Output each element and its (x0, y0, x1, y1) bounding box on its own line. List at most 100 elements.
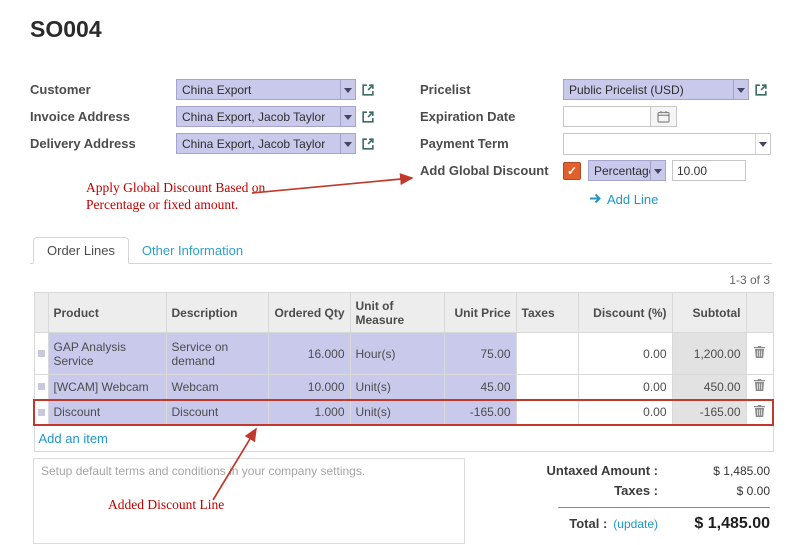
cell-ordered-qty[interactable]: 1.000 (268, 400, 350, 425)
cell-discount[interactable]: 0.00 (578, 400, 672, 425)
cell-ordered-qty[interactable]: 10.000 (268, 375, 350, 400)
invoice-address-value: China Export, Jacob Taylor (177, 110, 340, 124)
delivery-address-field-row: Delivery Address China Export, Jacob Tay… (30, 130, 375, 157)
table-row: [WCAM] Webcam Webcam 10.000 Unit(s) 45.0… (34, 375, 773, 400)
cell-unit-price[interactable]: -165.00 (444, 400, 516, 425)
cell-subtotal: 450.00 (672, 375, 746, 400)
column-header-unit-of-measure: Unit of Measure (350, 293, 444, 333)
column-header-product: Product (48, 293, 166, 333)
delete-row-icon[interactable] (746, 375, 773, 400)
cell-subtotal: -165.00 (672, 400, 746, 425)
cell-unit-of-measure[interactable]: Unit(s) (350, 400, 444, 425)
table-row-discount-highlighted: Discount Discount 1.000 Unit(s) -165.00 … (34, 400, 773, 425)
chevron-down-icon (755, 134, 770, 154)
column-header-discount: Discount (%) (578, 293, 672, 333)
cell-ordered-qty[interactable]: 16.000 (268, 333, 350, 375)
expiration-date-field-row: Expiration Date (420, 103, 771, 130)
payment-term-select[interactable] (563, 133, 771, 155)
external-link-icon[interactable] (361, 83, 375, 97)
invoice-address-label: Invoice Address (30, 109, 176, 124)
add-line-label: Add Line (607, 192, 658, 207)
expiration-date-label: Expiration Date (420, 109, 563, 124)
form-right-column: Pricelist Public Pricelist (USD) Expirat… (420, 76, 771, 184)
external-link-icon[interactable] (361, 137, 375, 151)
customer-select[interactable]: China Export (176, 79, 356, 100)
customer-field-row: Customer China Export (30, 76, 375, 103)
discount-line-annotation: Added Discount Line (108, 497, 224, 514)
cell-product[interactable]: [WCAM] Webcam (48, 375, 166, 400)
payment-term-label: Payment Term (420, 136, 563, 151)
external-link-icon[interactable] (754, 83, 768, 97)
row-drag-handle[interactable] (34, 400, 48, 425)
cell-taxes[interactable] (516, 375, 578, 400)
row-drag-handle[interactable] (34, 333, 48, 375)
cell-description[interactable]: Service on demand (166, 333, 268, 375)
total-row: Total : (update) $ 1,485.00 (530, 512, 770, 536)
external-link-icon[interactable] (361, 110, 375, 124)
column-header-ordered-qty: Ordered Qty (268, 293, 350, 333)
chevron-down-icon (340, 107, 355, 126)
tab-other-information[interactable]: Other Information (129, 238, 256, 263)
cell-unit-price[interactable]: 45.00 (444, 375, 516, 400)
global-discount-annotation: Apply Global Discount Based on Percentag… (86, 180, 306, 214)
page-title: SO004 (30, 16, 102, 43)
customer-label: Customer (30, 82, 176, 97)
cell-description[interactable]: Discount (166, 400, 268, 425)
add-line-link[interactable]: Add Line (589, 192, 658, 207)
handle-column-header (34, 293, 48, 333)
table-row: GAP Analysis Service Service on demand 1… (34, 333, 773, 375)
update-total-link[interactable]: (update) (613, 517, 658, 531)
global-discount-field-row: Add Global Discount Percentage (420, 157, 771, 184)
delete-column-header (746, 293, 773, 333)
cell-description[interactable]: Webcam (166, 375, 268, 400)
total-value: $ 1,485.00 (670, 512, 770, 536)
cell-discount[interactable]: 0.00 (578, 333, 672, 375)
cell-unit-price[interactable]: 75.00 (444, 333, 516, 375)
cell-product[interactable]: GAP Analysis Service (48, 333, 166, 375)
cell-taxes[interactable] (516, 333, 578, 375)
delivery-address-label: Delivery Address (30, 136, 176, 151)
global-discount-checkbox[interactable] (563, 162, 581, 180)
discount-type-select[interactable]: Percentage (588, 160, 666, 181)
taxes-row: Taxes : $ 0.00 (530, 481, 770, 501)
discount-amount-input[interactable] (672, 160, 746, 181)
add-an-item-link[interactable]: Add an item (39, 431, 108, 446)
cell-unit-of-measure[interactable]: Unit(s) (350, 375, 444, 400)
row-drag-handle[interactable] (34, 375, 48, 400)
add-line-arrow-icon (589, 192, 602, 207)
column-header-unit-price: Unit Price (444, 293, 516, 333)
table-header-row: Product Description Ordered Qty Unit of … (34, 293, 773, 333)
calendar-icon[interactable] (651, 106, 677, 127)
untaxed-amount-value: $ 1,485.00 (670, 461, 770, 481)
chevron-down-icon (733, 80, 748, 99)
taxes-value: $ 0.00 (670, 481, 770, 501)
pager: 1-3 of 3 (729, 273, 770, 287)
notebook-tabs: Order Lines Other Information (30, 236, 772, 264)
delivery-address-value: China Export, Jacob Taylor (177, 137, 340, 151)
payment-term-field-row: Payment Term (420, 130, 771, 157)
cell-discount[interactable]: 0.00 (578, 375, 672, 400)
column-header-taxes: Taxes (516, 293, 578, 333)
terms-and-conditions-textarea[interactable] (33, 458, 465, 544)
total-label: Total : (569, 516, 607, 531)
pricelist-value: Public Pricelist (USD) (564, 83, 733, 97)
invoice-address-field-row: Invoice Address China Export, Jacob Tayl… (30, 103, 375, 130)
cell-subtotal: 1,200.00 (672, 333, 746, 375)
cell-unit-of-measure[interactable]: Hour(s) (350, 333, 444, 375)
cell-product[interactable]: Discount (48, 400, 166, 425)
delivery-address-select[interactable]: China Export, Jacob Taylor (176, 133, 356, 154)
invoice-address-select[interactable]: China Export, Jacob Taylor (176, 106, 356, 127)
expiration-date-input[interactable] (563, 106, 651, 127)
tab-order-lines[interactable]: Order Lines (33, 237, 129, 264)
column-header-description: Description (166, 293, 268, 333)
chevron-down-icon (650, 161, 665, 180)
pricelist-label: Pricelist (420, 82, 563, 97)
add-item-row: Add an item (34, 425, 773, 452)
chevron-down-icon (340, 80, 355, 99)
pricelist-select[interactable]: Public Pricelist (USD) (563, 79, 749, 100)
form-left-column: Customer China Export Invoice Address Ch… (30, 76, 375, 157)
column-header-subtotal: Subtotal (672, 293, 746, 333)
cell-taxes[interactable] (516, 400, 578, 425)
delete-row-icon[interactable] (746, 333, 773, 375)
delete-row-icon[interactable] (746, 400, 773, 425)
